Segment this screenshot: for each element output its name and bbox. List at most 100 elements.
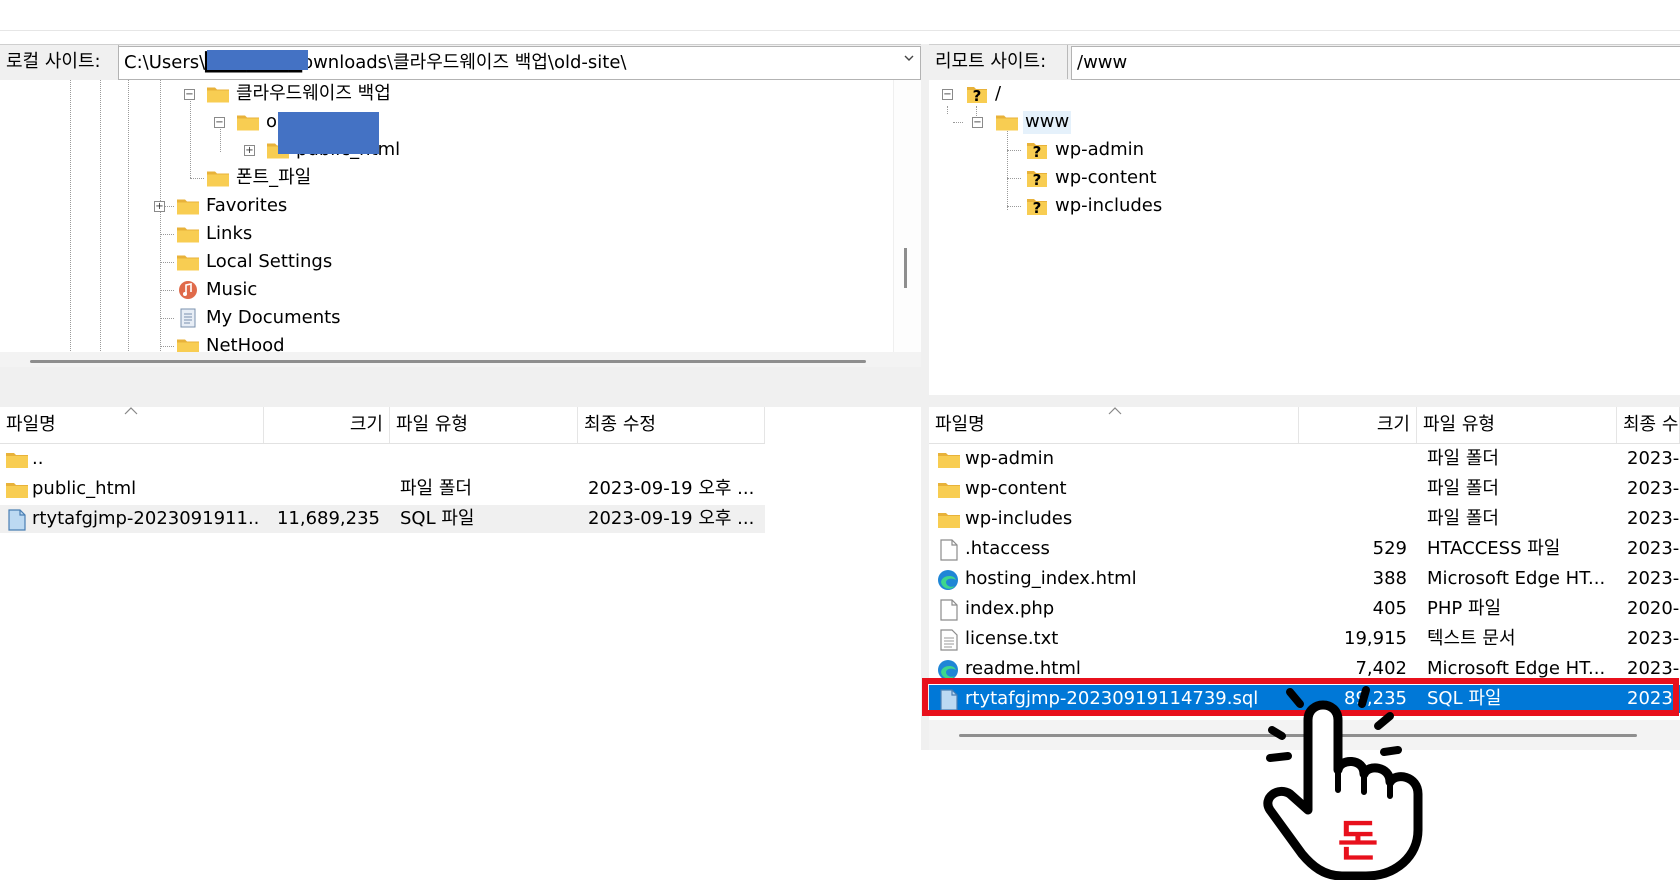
column-header-type[interactable]: 파일 유형 [390, 407, 578, 443]
folder-icon [236, 112, 260, 132]
file-row-sql[interactable]: rtytafgjmp-2023091911... 11,689,235 SQL … [0, 505, 765, 533]
folder-icon [176, 224, 200, 244]
file-row-wp-includes[interactable]: wp-includes 파일 폴더 2023- [929, 505, 1680, 533]
file-icon [939, 539, 959, 561]
local-site-bar: 로컬 사이트: C:\Users\███████ownloads\클라우드웨이즈… [0, 44, 921, 82]
file-size [264, 475, 380, 503]
file-name: .. [32, 448, 44, 469]
file-modified: 2023- [1627, 448, 1680, 469]
remote-path-input[interactable]: /www [1071, 46, 1680, 80]
tree-item-label: 폰트_파일 [236, 167, 312, 188]
local-path-text: C:\Users\███████ownloads\클라우드웨이즈 백업\old-… [124, 52, 627, 73]
file-size: 11,689,235 [276, 508, 380, 529]
file-name: rtytafgjmp-2023091911... [32, 508, 260, 529]
badge-text: 돈 [1338, 816, 1378, 867]
file-row-license[interactable]: license.txt 19,915 텍스트 문서 2023- [929, 625, 1680, 653]
file-name: hosting_index.html [965, 568, 1137, 589]
local-splitter[interactable] [0, 367, 921, 407]
folder-icon [937, 450, 961, 469]
file-modified: 2023- [1627, 538, 1680, 559]
remote-path-text: /www [1077, 52, 1128, 73]
tree-item-label: Local Settings [206, 251, 333, 272]
file-name: .htaccess [965, 538, 1050, 559]
column-header-size[interactable]: 크기 [264, 407, 390, 443]
sql-file-icon [7, 509, 27, 531]
expand-icon[interactable]: + [244, 145, 255, 156]
file-name: wp-admin [965, 448, 1055, 469]
file-name: wp-content [965, 478, 1067, 499]
file-size [1299, 505, 1407, 533]
folder-icon [206, 168, 230, 188]
file-row-parent[interactable]: .. [0, 445, 765, 473]
chevron-down-icon[interactable] [904, 53, 914, 63]
local-tree-pane[interactable]: − 클라우드웨이즈 백업 − o + public_html 폰트_파일 + F… [0, 80, 921, 367]
question-folder-icon [1025, 196, 1049, 216]
collapse-icon[interactable]: − [184, 89, 195, 100]
local-file-list[interactable]: 파일명 크기 파일 유형 최종 수정 .. public_html 파일 폴더 … [0, 407, 921, 886]
tree-item-label: 클라우드웨이즈 백업 [236, 83, 391, 104]
file-type: HTACCESS 파일 [1427, 538, 1561, 559]
remote-tree-pane[interactable]: − / − www wp-admin wp-content wp-include… [929, 80, 1680, 395]
horizontal-scrollbar[interactable] [30, 360, 866, 363]
top-divider [0, 30, 1680, 31]
documents-icon [180, 308, 196, 328]
file-modified: 2023- [1627, 568, 1680, 589]
tree-item-label: www [1025, 111, 1070, 132]
edge-icon [937, 569, 959, 591]
sort-asc-icon [1108, 407, 1122, 415]
folder-icon [995, 112, 1019, 132]
file-row-wp-content[interactable]: wp-content 파일 폴더 2023- [929, 475, 1680, 503]
file-type: 텍스트 문서 [1427, 628, 1516, 649]
local-list-header: 파일명 크기 파일 유형 최종 수정 [0, 407, 765, 444]
file-modified: 2020- [1627, 598, 1680, 619]
file-type: 파일 폴더 [400, 478, 472, 499]
tree-item-label: wp-includes [1055, 195, 1163, 216]
redaction-box [207, 50, 308, 70]
local-site-label: 로컬 사이트: [0, 45, 119, 79]
file-size: 405 [1372, 598, 1407, 619]
tree-item-label: wp-content [1055, 167, 1157, 188]
file-modified: 2023-09-19 오후 ... [588, 478, 755, 499]
question-folder-icon [1025, 140, 1049, 160]
file-name: index.php [965, 598, 1055, 619]
remote-splitter[interactable] [929, 395, 1680, 407]
file-size: 388 [1372, 568, 1407, 589]
file-row-public-html[interactable]: public_html 파일 폴더 2023-09-19 오후 ... [0, 475, 765, 503]
folder-icon [5, 480, 29, 499]
file-type: 파일 폴더 [1427, 508, 1499, 529]
tree-item-label: Music [206, 279, 258, 300]
collapse-icon[interactable]: − [214, 117, 225, 128]
tree-item-label: wp-admin [1055, 139, 1145, 160]
pointing-hand-icon: 돈 [1263, 686, 1423, 880]
folder-icon [937, 480, 961, 499]
column-header-size[interactable]: 크기 [1299, 407, 1417, 443]
collapse-icon[interactable]: − [972, 117, 983, 128]
collapse-icon[interactable]: − [942, 89, 953, 100]
remote-list-header: 파일명 크기 파일 유형 최종 수 [929, 407, 1680, 444]
tree-item-label: Links [206, 223, 253, 244]
file-type: 파일 폴더 [1427, 478, 1499, 499]
file-type: PHP 파일 [1427, 598, 1502, 619]
file-row-hosting-index[interactable]: hosting_index.html 388 Microsoft Edge HT… [929, 565, 1680, 593]
column-header-modified[interactable]: 최종 수정 [578, 407, 765, 443]
file-row-wp-admin[interactable]: wp-admin 파일 폴더 2023- [929, 445, 1680, 473]
column-header-modified[interactable]: 최종 수 [1617, 407, 1680, 443]
sort-asc-icon [124, 407, 138, 415]
question-folder-icon [1025, 168, 1049, 188]
question-folder-icon [965, 84, 989, 104]
remote-site-label: 리모트 사이트: [929, 45, 1068, 79]
file-name: license.txt [965, 628, 1059, 649]
folder-icon [206, 84, 230, 104]
file-row-index-php[interactable]: index.php 405 PHP 파일 2020- [929, 595, 1680, 623]
expand-icon[interactable]: + [154, 201, 165, 212]
redaction-box [278, 112, 379, 154]
music-icon [179, 281, 197, 299]
file-size [1299, 475, 1407, 503]
pane-splitter[interactable] [921, 44, 929, 750]
remote-site-bar: 리모트 사이트: /www [929, 44, 1680, 82]
column-header-type[interactable]: 파일 유형 [1417, 407, 1617, 443]
file-modified: 2023-09-19 오후 ... [588, 508, 755, 529]
folder-icon [176, 252, 200, 272]
folder-icon [176, 196, 200, 216]
file-row-htaccess[interactable]: .htaccess 529 HTACCESS 파일 2023- [929, 535, 1680, 563]
